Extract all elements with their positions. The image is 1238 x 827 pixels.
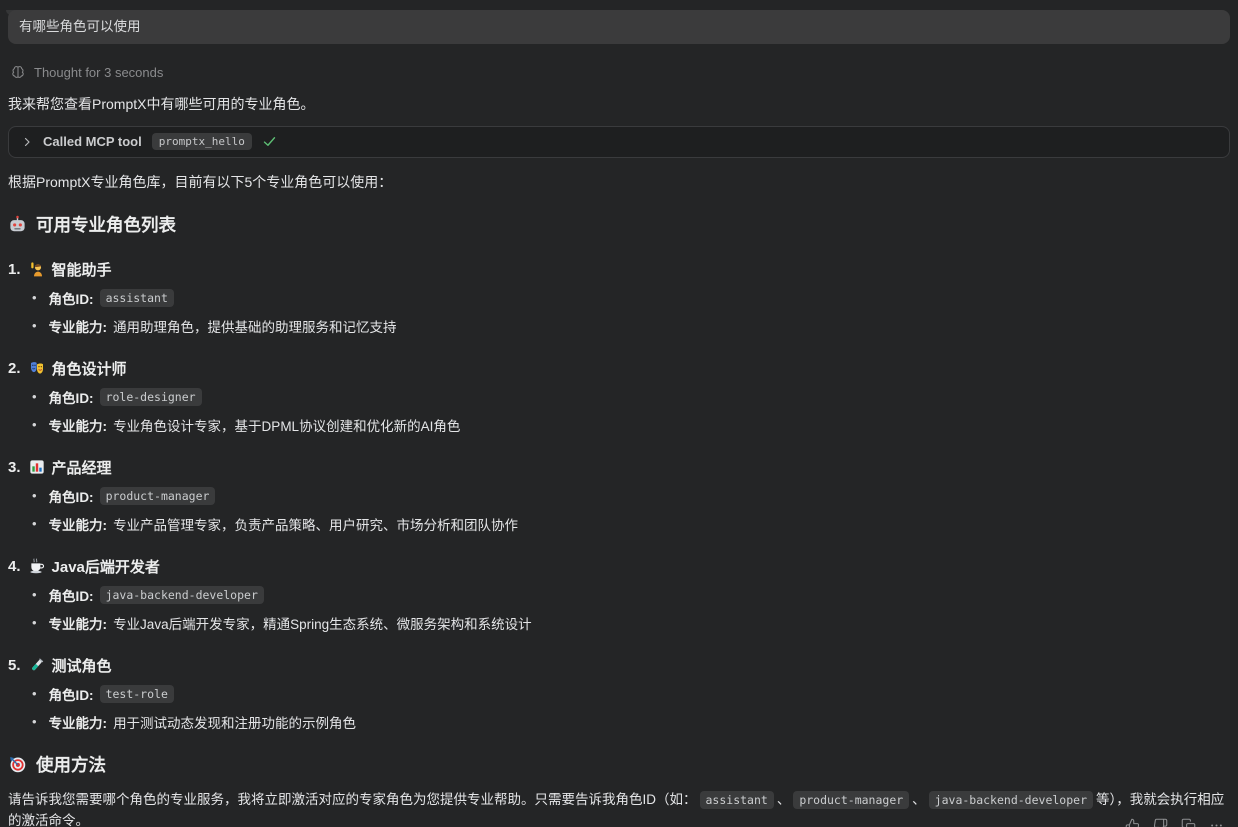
role-ability-text: 专业角色设计专家，基于DPML协议创建和优化新的AI角色: [113, 415, 460, 435]
role-number: 5.: [8, 657, 21, 674]
role-id-chip: role-designer: [100, 388, 202, 406]
role-ability-text: 专业Java后端开发专家，精通Spring生态系统、微服务架构和系统设计: [113, 613, 532, 633]
mcp-tool-call[interactable]: Called MCP tool promptx_hello: [8, 126, 1230, 158]
role-ability-label: 专业能力:: [49, 613, 108, 633]
usage-heading-text: 使用方法: [36, 752, 106, 777]
thought-label: Thought for 3 seconds: [34, 65, 163, 80]
role-ability-text: 专业产品管理专家，负责产品策略、用户研究、市场分析和团队协作: [113, 514, 518, 534]
role-number: 4.: [8, 558, 21, 575]
bullet-dot: •: [32, 417, 37, 432]
tool-name-badge: promptx_hello: [152, 133, 252, 150]
user-message[interactable]: 有哪些角色可以使用: [8, 10, 1230, 44]
role-id-row: • 角色ID: role-designer: [8, 387, 1230, 407]
role-props-test-role: • 角色ID: test-role • 专业能力: 用于测试动态发现和注册功能的…: [8, 684, 1230, 732]
role-id-row: • 角色ID: test-role: [8, 684, 1230, 704]
chevron-right-icon[interactable]: [21, 136, 33, 148]
mcp-tool-label: Called MCP tool: [43, 134, 142, 149]
role-id-chip: assistant: [100, 289, 174, 307]
roles-intro-text: 根据PromptX专业角色库，目前有以下5个专业角色可以使用：: [8, 173, 1230, 192]
role-id-label: 角色ID:: [49, 684, 94, 704]
role-ability-row: • 专业能力: 用于测试动态发现和注册功能的示例角色: [8, 712, 1230, 732]
role-name: Java后端开发者: [52, 556, 160, 577]
role-number: 2.: [8, 360, 21, 377]
target-icon: [8, 755, 27, 774]
intro-text: 我来帮您查看PromptX中有哪些可用的专业角色。: [8, 95, 1230, 114]
role-name: 智能助手: [52, 259, 112, 280]
more-icon[interactable]: [1208, 817, 1224, 827]
bullet-dot: •: [32, 290, 37, 305]
roles-list-heading-text: 可用专业角色列表: [36, 212, 176, 237]
inline-code-java-backend-developer: java-backend-developer: [929, 791, 1093, 809]
role-heading-role-designer: 2. 角色设计师: [8, 358, 1230, 379]
bullet-dot: •: [32, 488, 37, 503]
role-id-chip: product-manager: [100, 487, 216, 505]
inline-code-assistant: assistant: [700, 791, 774, 809]
role-props-role-designer: • 角色ID: role-designer • 专业能力: 专业角色设计专家，基…: [8, 387, 1230, 435]
role-id-chip: test-role: [100, 685, 174, 703]
role-heading-product-manager: 3. 产品经理: [8, 457, 1230, 478]
role-heading-test-role: 5. 测试角色: [8, 655, 1230, 676]
bullet-dot: •: [32, 516, 37, 531]
role-number: 3.: [8, 459, 21, 476]
role-id-label: 角色ID:: [49, 585, 94, 605]
bar-chart-icon: [29, 459, 45, 475]
role-name: 角色设计师: [52, 358, 127, 379]
role-ability-label: 专业能力:: [49, 514, 108, 534]
bullet-dot: •: [32, 615, 37, 630]
role-ability-row: • 专业能力: 专业Java后端开发专家，精通Spring生态系统、微服务架构和…: [8, 613, 1230, 633]
role-ability-row: • 专业能力: 通用助理角色，提供基础的助理服务和记忆支持: [8, 316, 1230, 336]
test-tube-icon: [29, 657, 45, 673]
coffee-icon: [29, 558, 45, 574]
role-number: 1.: [8, 261, 21, 278]
thumbs-down-icon[interactable]: [1152, 817, 1168, 827]
role-id-row: • 角色ID: java-backend-developer: [8, 585, 1230, 605]
usage-heading: 使用方法: [8, 752, 1230, 777]
role-name: 测试角色: [52, 655, 112, 676]
role-ability-label: 专业能力:: [49, 712, 108, 732]
role-id-label: 角色ID:: [49, 387, 94, 407]
bullet-dot: •: [32, 714, 37, 729]
thought-summary[interactable]: Thought for 3 seconds: [8, 64, 1230, 80]
role-id-row: • 角色ID: assistant: [8, 288, 1230, 308]
role-ability-text: 用于测试动态发现和注册功能的示例角色: [113, 712, 356, 732]
bullet-dot: •: [32, 318, 37, 333]
usage-text-1: 请告诉我您需要哪个角色的专业服务，我将立即激活对应的专家角色为您提供专业帮助。只…: [8, 792, 697, 807]
bullet-dot: •: [32, 686, 37, 701]
role-ability-label: 专业能力:: [49, 415, 108, 435]
usage-separator: 、: [912, 792, 926, 807]
role-props-java-backend-developer: • 角色ID: java-backend-developer • 专业能力: 专…: [8, 585, 1230, 633]
masks-icon: [29, 360, 45, 376]
thumbs-up-icon[interactable]: [1124, 817, 1140, 827]
check-icon: [262, 134, 277, 149]
bullet-dot: •: [32, 389, 37, 404]
usage-separator: 、: [777, 792, 791, 807]
role-id-chip: java-backend-developer: [100, 586, 264, 604]
role-heading-java-backend-developer: 4. Java后端开发者: [8, 556, 1230, 577]
inline-code-product-manager: product-manager: [793, 791, 909, 809]
bullet-dot: •: [32, 587, 37, 602]
role-ability-row: • 专业能力: 专业角色设计专家，基于DPML协议创建和优化新的AI角色: [8, 415, 1230, 435]
message-action-bar: [1124, 817, 1224, 827]
role-heading-assistant: 1. 智能助手: [8, 259, 1230, 280]
role-name: 产品经理: [52, 457, 112, 478]
robot-icon: [8, 215, 27, 234]
brain-icon: [10, 64, 26, 80]
role-id-label: 角色ID:: [49, 288, 94, 308]
copy-icon[interactable]: [1180, 817, 1196, 827]
role-props-assistant: • 角色ID: assistant • 专业能力: 通用助理角色，提供基础的助理…: [8, 288, 1230, 336]
raising-hand-icon: [29, 261, 45, 277]
role-id-label: 角色ID:: [49, 486, 94, 506]
role-props-product-manager: • 角色ID: product-manager • 专业能力: 专业产品管理专家…: [8, 486, 1230, 534]
role-ability-row: • 专业能力: 专业产品管理专家，负责产品策略、用户研究、市场分析和团队协作: [8, 514, 1230, 534]
role-ability-label: 专业能力:: [49, 316, 108, 336]
role-ability-text: 通用助理角色，提供基础的助理服务和记忆支持: [113, 316, 397, 336]
role-id-row: • 角色ID: product-manager: [8, 486, 1230, 506]
roles-list-heading: 可用专业角色列表: [8, 212, 1230, 237]
usage-paragraph: 请告诉我您需要哪个角色的专业服务，我将立即激活对应的专家角色为您提供专业帮助。只…: [8, 789, 1230, 827]
